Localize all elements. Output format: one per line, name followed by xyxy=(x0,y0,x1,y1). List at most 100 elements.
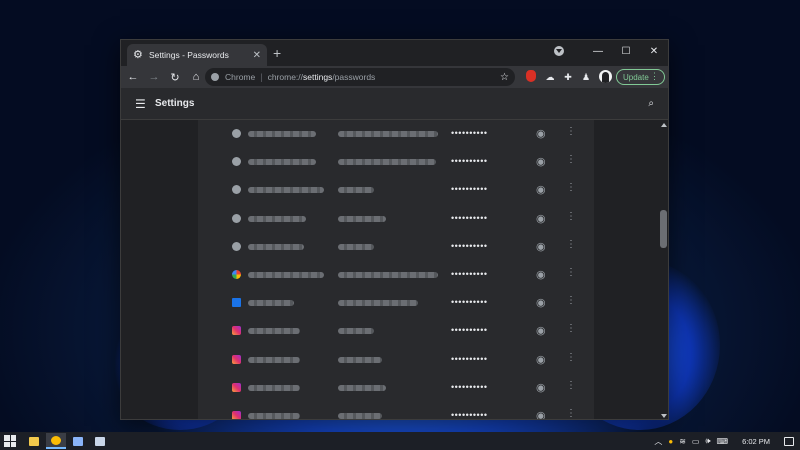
show-password-eye-icon[interactable]: ◉ xyxy=(536,155,546,168)
extension-cloud-icon[interactable]: ☁ xyxy=(543,70,557,84)
more-actions-icon[interactable]: ⋮ xyxy=(566,380,576,391)
show-password-eye-icon[interactable]: ◉ xyxy=(536,240,546,253)
extension-red-icon[interactable] xyxy=(524,70,538,84)
reload-button[interactable]: ↻ xyxy=(166,71,184,84)
taskbar-app[interactable] xyxy=(90,433,110,449)
taskbar-notepad[interactable] xyxy=(68,433,88,449)
scrollbar-thumb[interactable] xyxy=(660,210,667,248)
extension-person-icon[interactable]: ♟ xyxy=(579,70,593,84)
blurred-site-name[interactable] xyxy=(248,187,324,194)
battery-icon[interactable]: ▭ xyxy=(692,437,700,446)
password-mask: •••••••••• xyxy=(451,297,488,308)
update-button[interactable]: Update ⋮ xyxy=(616,69,665,85)
blurred-username xyxy=(338,187,374,194)
blurred-site-name[interactable] xyxy=(248,215,306,222)
password-row: •••••••••• ◉ ⋮ xyxy=(198,346,594,374)
show-password-eye-icon[interactable]: ◉ xyxy=(536,212,546,225)
blurred-site-name[interactable] xyxy=(248,384,300,391)
taskbar: ︿ ● ≋ ▭ 🕪 ⌨ 6:02 PM xyxy=(0,432,800,450)
blurred-site-name[interactable] xyxy=(248,131,316,137)
instagram-icon xyxy=(232,326,241,336)
show-password-eye-icon[interactable]: ◉ xyxy=(536,296,546,309)
blurred-username xyxy=(338,384,386,391)
network-icon[interactable]: ≋ xyxy=(679,437,686,446)
more-actions-icon[interactable]: ⋮ xyxy=(566,267,576,278)
clock[interactable]: 6:02 PM xyxy=(742,437,770,446)
show-password-eye-icon[interactable]: ◉ xyxy=(536,381,546,394)
maximize-button[interactable]: ☐ xyxy=(612,46,640,57)
show-password-eye-icon[interactable]: ◉ xyxy=(536,183,546,196)
password-mask: •••••••••• xyxy=(451,410,488,420)
blurred-site-name[interactable] xyxy=(248,356,300,363)
blurred-site-name[interactable] xyxy=(248,159,316,166)
password-mask: •••••••••• xyxy=(451,184,488,195)
show-password-eye-icon[interactable]: ◉ xyxy=(536,324,546,337)
start-button[interactable] xyxy=(4,435,16,447)
password-row: •••••••••• ◉ ⋮ xyxy=(198,176,594,204)
hamburger-menu-icon[interactable]: ☰ xyxy=(135,98,147,110)
scroll-down-arrow-icon[interactable] xyxy=(661,414,667,418)
blurred-username xyxy=(338,300,418,307)
close-window-button[interactable]: ✕ xyxy=(640,46,668,57)
kebab-menu-icon[interactable]: ⋮ xyxy=(650,71,659,82)
more-actions-icon[interactable]: ⋮ xyxy=(566,295,576,306)
tab-settings-passwords[interactable]: ⚙ Settings - Passwords ✕ xyxy=(127,44,267,66)
taskbar-chrome[interactable] xyxy=(46,433,66,449)
home-button[interactable]: ⌂ xyxy=(187,71,205,83)
more-actions-icon[interactable]: ⋮ xyxy=(566,408,576,419)
taskbar-file-explorer[interactable] xyxy=(24,433,44,449)
tray-app-icon[interactable]: ● xyxy=(668,437,673,446)
volume-icon[interactable]: 🕪 xyxy=(705,436,710,446)
forward-button[interactable]: → xyxy=(145,71,163,83)
address-bar[interactable]: Chrome | chrome://settings/passwords ☆ xyxy=(205,68,515,86)
tab-search-icon[interactable] xyxy=(554,46,564,56)
bookmark-star-icon[interactable]: ☆ xyxy=(500,72,509,83)
search-icon[interactable]: ⌕ xyxy=(648,98,654,109)
blurred-username xyxy=(338,356,382,363)
password-row: •••••••••• ◉ ⋮ xyxy=(198,233,594,261)
site-info-icon[interactable] xyxy=(211,73,219,81)
more-actions-icon[interactable]: ⋮ xyxy=(566,211,576,222)
new-tab-button[interactable]: + xyxy=(273,46,281,60)
omnibox-chip: Chrome xyxy=(225,72,256,82)
instagram-icon xyxy=(232,354,241,364)
globe-icon xyxy=(232,241,241,251)
notifications-icon[interactable] xyxy=(784,436,794,446)
more-actions-icon[interactable]: ⋮ xyxy=(566,126,576,137)
more-actions-icon[interactable]: ⋮ xyxy=(566,239,576,250)
blurred-site-name[interactable] xyxy=(248,300,294,307)
blurred-username xyxy=(338,131,438,137)
password-mask: •••••••••• xyxy=(451,325,488,336)
tab-close-icon[interactable]: ✕ xyxy=(253,50,261,61)
back-button[interactable]: ← xyxy=(124,71,142,83)
password-row: •••••••••• ◉ ⋮ xyxy=(198,402,594,420)
show-password-eye-icon[interactable]: ◉ xyxy=(536,127,546,140)
password-mask: •••••••••• xyxy=(451,212,488,223)
more-actions-icon[interactable]: ⋮ xyxy=(566,352,576,363)
instagram-icon xyxy=(232,411,241,419)
blurred-username xyxy=(338,413,382,419)
password-mask: •••••••••• xyxy=(451,128,488,138)
blurred-site-name[interactable] xyxy=(248,272,324,278)
blurred-site-name[interactable] xyxy=(248,243,304,250)
notepad-icon xyxy=(73,436,83,446)
blurred-site-name[interactable] xyxy=(248,328,300,335)
browser-toolbar: ← → ↻ ⌂ Chrome | chrome://settings/passw… xyxy=(121,66,668,88)
scroll-up-arrow-icon[interactable] xyxy=(661,123,667,127)
blurred-site-name[interactable] xyxy=(248,413,300,419)
extensions-puzzle-icon[interactable]: ✚ xyxy=(561,70,575,84)
keyboard-icon[interactable]: ⌨ xyxy=(717,437,729,446)
system-tray: ︿ ● ≋ ▭ 🕪 ⌨ 6:02 PM xyxy=(654,432,800,450)
folder-icon xyxy=(29,436,39,446)
more-actions-icon[interactable]: ⋮ xyxy=(566,182,576,193)
show-hidden-icons-chevron-icon[interactable]: ︿ xyxy=(654,436,662,447)
profile-avatar[interactable] xyxy=(599,70,612,83)
more-actions-icon[interactable]: ⋮ xyxy=(566,323,576,334)
minimize-button[interactable]: — xyxy=(584,46,612,57)
show-password-eye-icon[interactable]: ◉ xyxy=(536,353,546,366)
more-actions-icon[interactable]: ⋮ xyxy=(566,154,576,165)
app-square-icon xyxy=(232,298,241,308)
show-password-eye-icon[interactable]: ◉ xyxy=(536,268,546,281)
scrollbar[interactable] xyxy=(659,120,668,419)
show-password-eye-icon[interactable]: ◉ xyxy=(536,409,546,419)
